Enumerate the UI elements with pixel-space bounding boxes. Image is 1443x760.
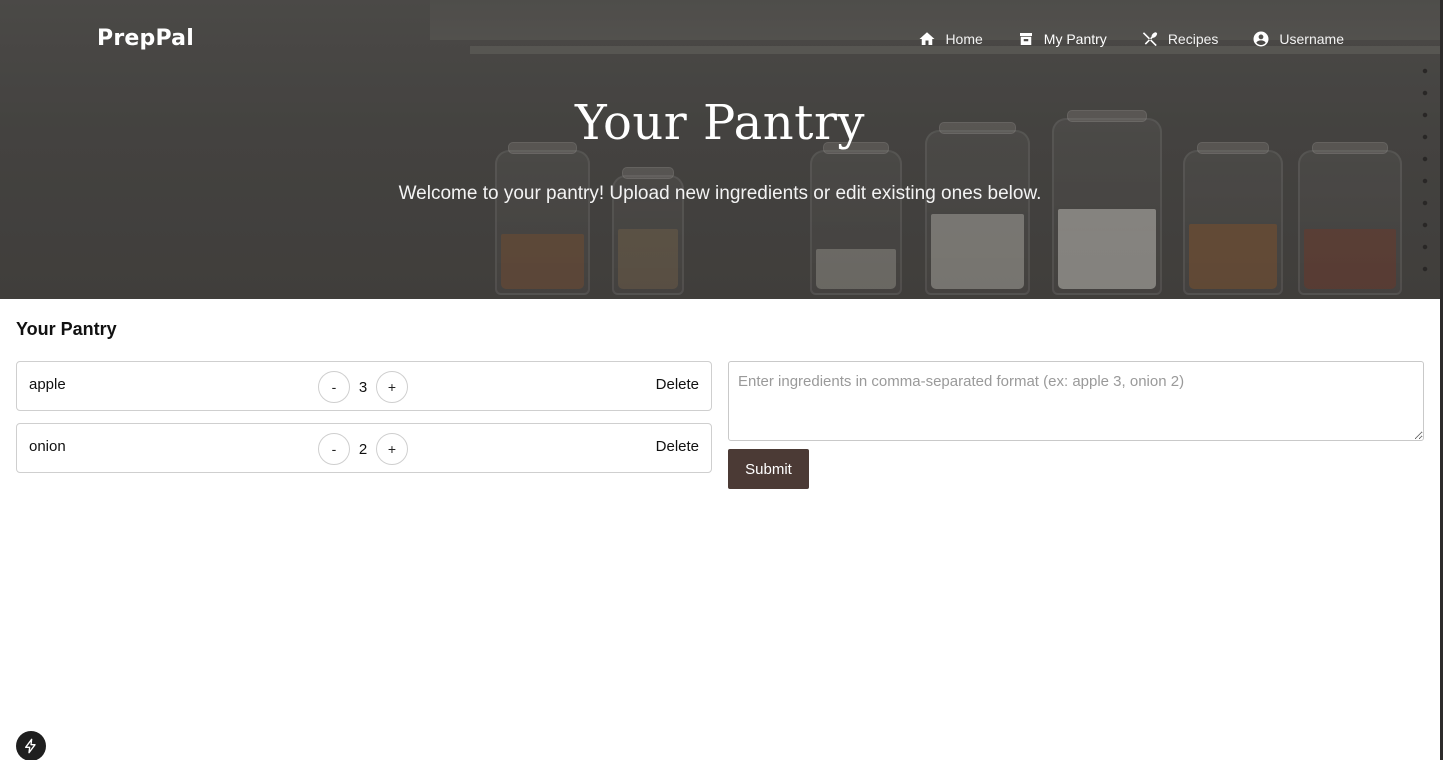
dev-tools-button[interactable] xyxy=(16,731,46,760)
pantry-item-row: apple - 3 + Delete xyxy=(16,361,712,411)
pantry-item-name: apple xyxy=(29,376,66,393)
quantity-stepper: - 3 + xyxy=(318,371,408,403)
nav-item-label: Username xyxy=(1279,31,1344,47)
submit-button[interactable]: Submit xyxy=(728,449,809,489)
pantry-item-name: onion xyxy=(29,438,66,455)
hero-title: Your Pantry xyxy=(574,95,866,151)
nav-item-label: Recipes xyxy=(1167,31,1219,47)
pantry-item-row: onion - 2 + Delete xyxy=(16,423,712,473)
decrement-button[interactable]: - xyxy=(318,433,350,465)
nav-item-username[interactable]: Username xyxy=(1252,30,1344,48)
nav-item-home[interactable]: Home xyxy=(918,30,983,48)
nav-item-my-pantry[interactable]: My Pantry xyxy=(1017,30,1107,48)
pantry-icon xyxy=(1019,33,1032,45)
nav-item-label: My Pantry xyxy=(1043,31,1107,47)
quantity-value: 2 xyxy=(358,440,368,458)
decrement-button[interactable]: - xyxy=(318,371,350,403)
delete-button[interactable]: Delete xyxy=(656,438,699,455)
quantity-value: 3 xyxy=(358,378,368,396)
utensils-icon xyxy=(1142,32,1157,47)
home-icon xyxy=(919,32,935,45)
nav-links: Home My Pantry Recipes Username xyxy=(918,30,1344,48)
hero-subtitle: Welcome to your pantry! Upload new ingre… xyxy=(398,183,1042,204)
hero-banner: PrepPal Home My Pantry Recipes Username … xyxy=(0,0,1440,299)
nav-item-label: Home xyxy=(945,31,983,47)
pantry-section-title: Your Pantry xyxy=(16,319,117,339)
ingredients-input[interactable] xyxy=(728,361,1424,441)
top-navbar: PrepPal Home My Pantry Recipes Username xyxy=(0,0,1440,80)
quantity-stepper: - 2 + xyxy=(318,433,408,465)
user-icon xyxy=(1253,31,1269,47)
delete-button[interactable]: Delete xyxy=(656,376,699,393)
increment-button[interactable]: + xyxy=(376,371,408,403)
brand-logo[interactable]: PrepPal xyxy=(97,26,194,51)
nav-item-recipes[interactable]: Recipes xyxy=(1141,30,1219,48)
increment-button[interactable]: + xyxy=(376,433,408,465)
lightning-icon xyxy=(25,738,36,754)
